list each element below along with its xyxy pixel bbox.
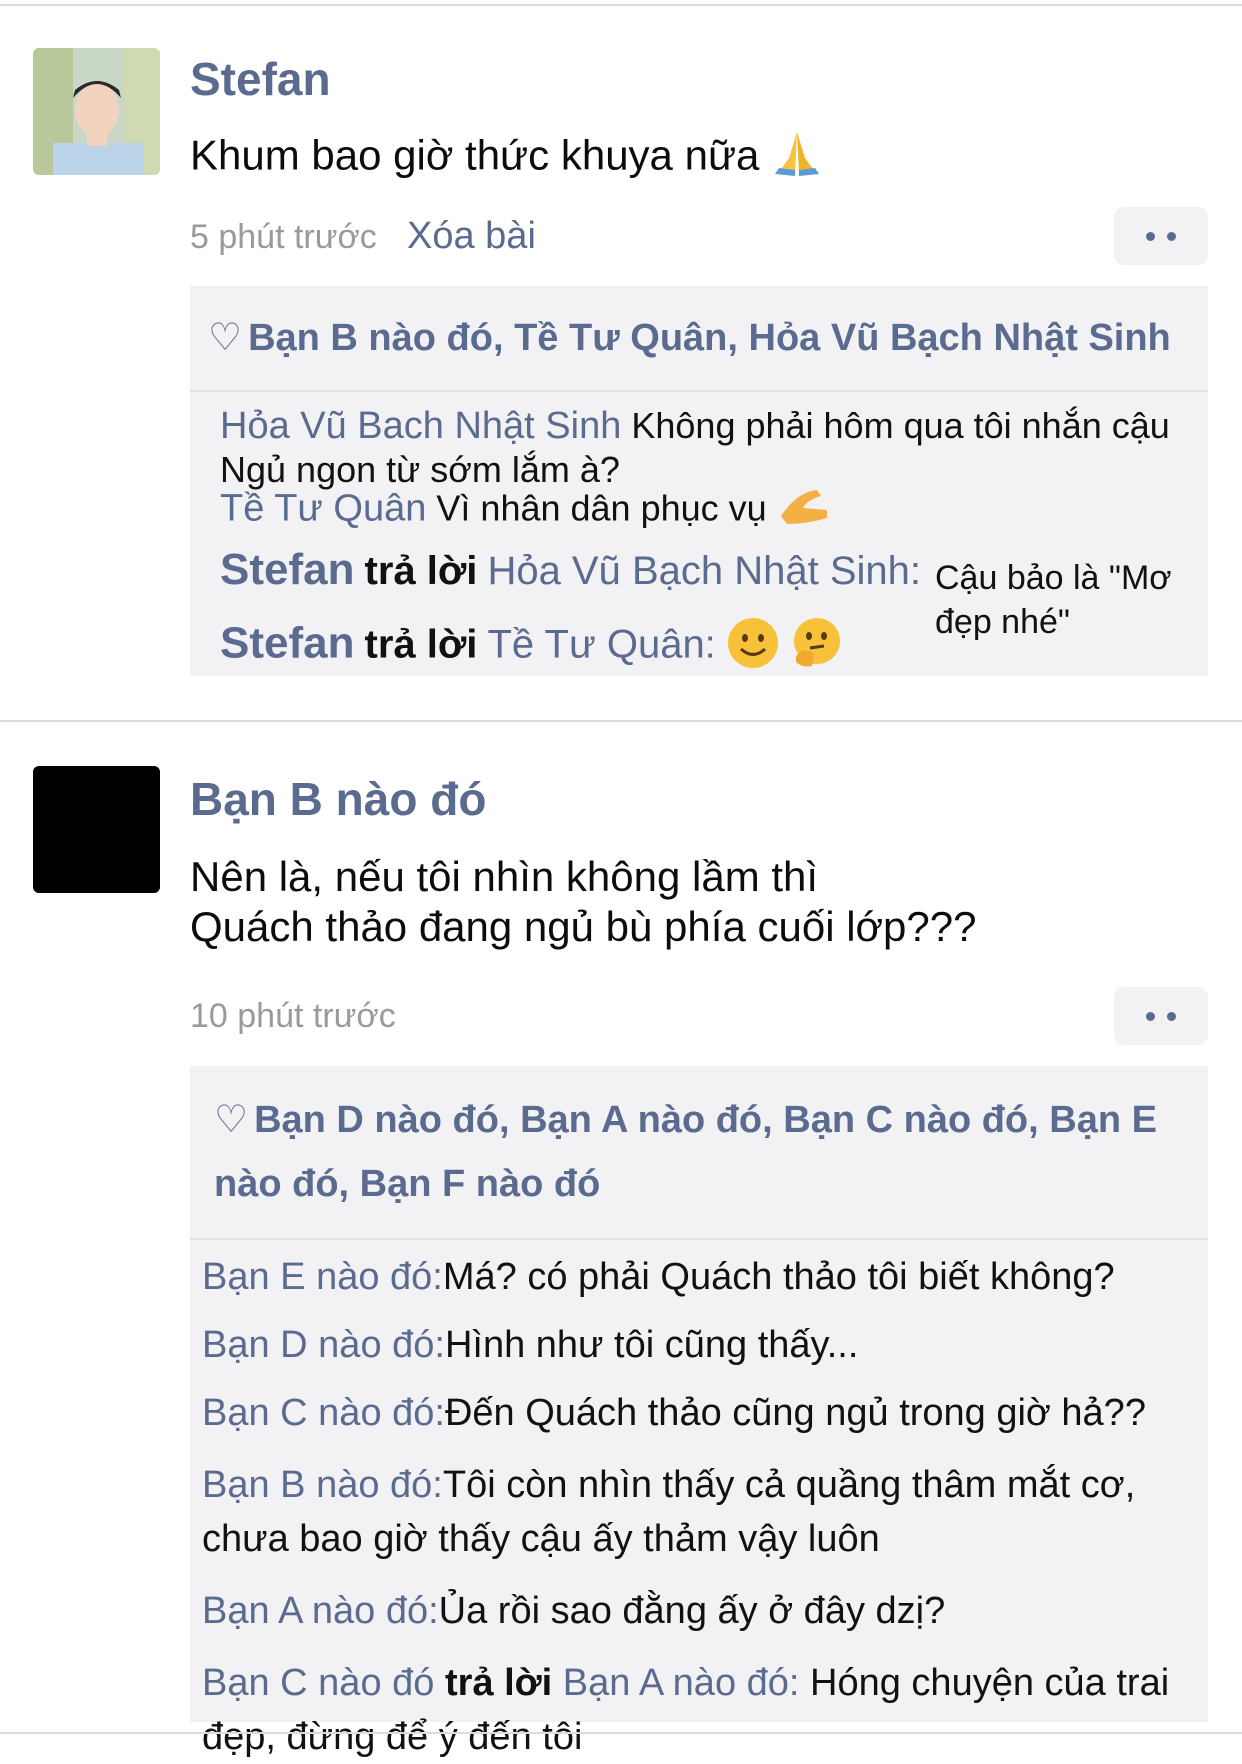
comment-text: Má? có phải Quách thảo tôi biết không?	[442, 1256, 1115, 1298]
comment[interactable]: Bạn E nào đó:Má? có phải Quách thảo tôi …	[202, 1254, 1196, 1300]
timestamp: 10 phút trước	[190, 997, 396, 1035]
comment-list: Hỏa Vũ Bach Nhật Sinh Không phải hôm qua…	[190, 392, 1208, 682]
pointing-hand-emoji-icon	[777, 486, 833, 536]
likes-row: ♡ Bạn B nào đó, Tề Tư Quân, Hỏa Vũ Bạch N…	[190, 286, 1208, 392]
post-text-line: Quách thảo đang ngủ bù phía cuối lớp???	[190, 903, 977, 950]
more-options-button[interactable]	[1114, 987, 1208, 1045]
reply-text: Cậu bảo là "Mơ đẹp nhé"	[935, 559, 1172, 641]
timestamp: 5 phút trước	[190, 218, 377, 256]
comment-list: Bạn E nào đó:Má? có phải Quách thảo tôi …	[190, 1240, 1208, 1764]
commenter-name[interactable]: Stefan	[220, 545, 354, 594]
reply-label: trả lời	[364, 549, 478, 593]
author-name[interactable]: Stefan	[190, 52, 331, 106]
comment-text: Vì nhân dân phục vụ	[436, 487, 767, 529]
reply-target[interactable]: Bạn A nào đó:	[563, 1662, 800, 1704]
commenter-name[interactable]: Bạn B nào đó:	[202, 1464, 443, 1506]
comment-reply[interactable]: Stefan trả lời Tề Tư Quân:	[220, 616, 940, 680]
dot-icon	[1167, 231, 1176, 241]
comment-reply[interactable]: Bạn C nào đó trả lời Bạn A nào đó: Hóng …	[202, 1656, 1196, 1764]
interaction-panel: ♡ Bạn B nào đó, Tề Tư Quân, Hỏa Vũ Bạch N…	[190, 286, 1208, 676]
delete-post-link[interactable]: Xóa bài	[407, 215, 536, 258]
commenter-name[interactable]: Bạn C nào đó:	[202, 1392, 445, 1434]
post-text: Khum bao giờ thức khuya nữa	[190, 128, 823, 189]
dot-icon	[1146, 231, 1155, 241]
pray-emoji-icon	[771, 128, 823, 189]
interaction-panel: ♡ Bạn D nào đó, Bạn A nào đó, Bạn C nào đ…	[190, 1066, 1208, 1758]
comment-text: Ủa rồi sao đằng ấy ở đây dzị?	[438, 1590, 946, 1632]
likes-row: ♡ Bạn D nào đó, Bạn A nào đó, Bạn C nào đ…	[190, 1066, 1208, 1240]
dot-icon	[1146, 1011, 1155, 1021]
top-divider	[0, 4, 1242, 6]
reply-label: trả lời	[444, 1662, 553, 1704]
post-text-line: Nên là, nếu tôi nhìn không lầm thì	[190, 853, 819, 900]
bottom-divider	[0, 1732, 1242, 1734]
reply-target[interactable]: Hỏa Vũ Bạch Nhật Sinh:	[487, 549, 921, 593]
comment[interactable]: Hỏa Vũ Bach Nhật Sinh Không phải hôm qua…	[220, 404, 1200, 492]
commenter-name[interactable]: Bạn D nào đó:	[202, 1324, 445, 1366]
heart-icon[interactable]: ♡	[214, 1099, 248, 1141]
comment[interactable]: Bạn A nào đó:Ủa rồi sao đằng ấy ở đây dz…	[202, 1588, 1196, 1634]
comment[interactable]: Bạn B nào đó:Tôi còn nhìn thấy cả quầng …	[202, 1458, 1196, 1566]
more-options-button[interactable]	[1114, 207, 1208, 265]
likes-list[interactable]: Bạn B nào đó, Tề Tư Quân, Hỏa Vũ Bạch Nh…	[248, 317, 1171, 359]
avatar[interactable]	[33, 48, 160, 175]
comment[interactable]: Bạn D nào đó:Hình như tôi cũng thấy...	[202, 1322, 1196, 1368]
avatar[interactable]	[33, 766, 160, 893]
commenter-name[interactable]: Hỏa Vũ Bach Nhật Sinh	[220, 405, 621, 447]
commenter-name[interactable]: Tề Tư Quân	[220, 488, 426, 530]
comment[interactable]: Bạn C nào đó:Đến Quách thảo cũng ngủ tro…	[202, 1390, 1196, 1436]
commenter-name[interactable]: Bạn E nào đó:	[202, 1256, 443, 1298]
author-name[interactable]: Bạn B nào đó	[190, 772, 486, 826]
comment-text: Đến Quách thảo cũng ngủ trong giờ hả??	[444, 1392, 1146, 1434]
comment-reply[interactable]: Stefan trả lời Hỏa Vũ Bạch Nhật Sinh:	[220, 548, 940, 594]
thinking-emoji-icon	[790, 616, 844, 680]
post-text: Nên là, nếu tôi nhìn không lầm thì Quách…	[190, 852, 977, 952]
post-divider	[0, 720, 1242, 722]
commenter-name[interactable]: Bạn A nào đó:	[202, 1590, 439, 1632]
smile-emoji-icon	[726, 616, 780, 680]
post-text-content: Khum bao giờ thức khuya nữa	[190, 131, 760, 179]
reply-label: trả lời	[364, 622, 478, 667]
reply-target[interactable]: Tề Tư Quân:	[487, 623, 715, 667]
dot-icon	[1167, 1011, 1176, 1021]
commenter-name[interactable]: Stefan	[220, 619, 354, 668]
commenter-name[interactable]: Bạn C nào đó	[202, 1662, 434, 1704]
likes-list[interactable]: Bạn D nào đó, Bạn A nào đó, Bạn C nào đó…	[214, 1099, 1157, 1205]
comment-text: Hình như tôi cũng thấy...	[444, 1324, 859, 1366]
comment[interactable]: Tề Tư Quân Vì nhân dân phục vụ	[220, 486, 1200, 536]
heart-icon[interactable]: ♡	[208, 317, 242, 359]
